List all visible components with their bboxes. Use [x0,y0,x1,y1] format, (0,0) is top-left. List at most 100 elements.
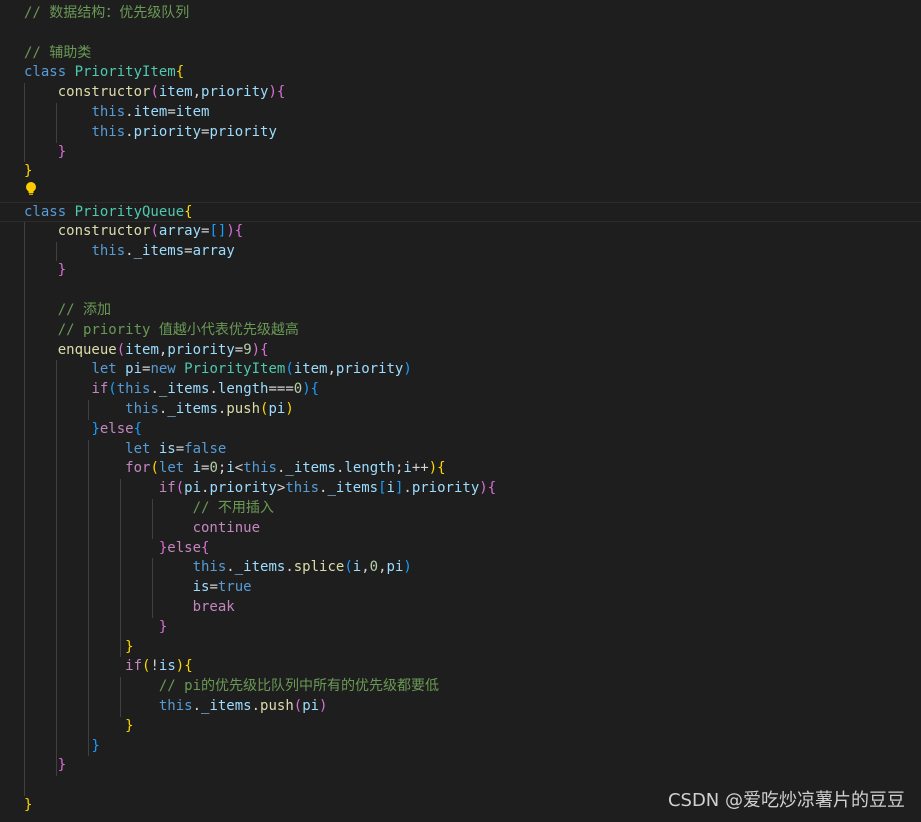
code-token: ) [403,559,412,576]
code-line[interactable]: } [0,618,921,638]
code-token: PriorityItem [184,361,286,378]
code-line[interactable]: is=true [0,578,921,598]
code-line[interactable]: class PriorityQueue{ [0,202,921,222]
code-line[interactable]: continue [0,519,921,539]
code-token: ( [285,361,294,378]
code-line[interactable]: let is=false [0,440,921,460]
code-line[interactable]: this.item=item [0,103,921,123]
code-line[interactable] [0,24,921,44]
code-line[interactable]: } [0,143,921,163]
code-token: splice [293,559,345,576]
code-token: _items [133,242,185,259]
code-token: false [184,440,227,457]
code-token: item [175,104,210,120]
code-token: , [361,559,370,576]
code-token: . [226,559,235,576]
watermark: CSDN @爱吃炒凉薯片的豆豆 [667,790,905,811]
code-line[interactable]: if(!is){ [0,657,921,677]
code-line[interactable]: enqueue(item,priority=9){ [0,341,921,361]
code-line[interactable]: // 数据结构：优先级队列 [0,4,921,24]
code-line[interactable]: } [0,162,921,182]
code-token: ) [302,381,311,398]
code-token: } [57,757,67,774]
code-token: pi [302,698,320,714]
code-token: { [276,84,286,101]
code-token: pi [125,361,143,378]
code-line[interactable]: class PriorityItem{ [0,63,921,83]
code-line[interactable]: this._items.splice(i,0,pi) [0,558,921,578]
code-line[interactable]: if(pi.priority>this._items[i].priority){ [0,479,921,499]
code-token: // 数据结构：优先级队列 [24,5,190,21]
code-token: ) [428,460,438,477]
code-line[interactable]: }else{ [0,539,921,559]
code-token: PriorityQueue [74,204,185,220]
code-token: pi [268,401,286,417]
code-text: constructor(array=[]){ [24,222,243,242]
code-token: . [251,698,261,714]
code-line[interactable]: // priority 值越小代表优先级越高 [0,321,921,341]
code-token: , [192,84,202,101]
code-line[interactable]: // 添加 [0,301,921,321]
code-token: } [158,618,168,635]
code-line[interactable] [0,281,921,301]
code-text: // pi的优先级比队列中所有的优先级都要低 [24,677,439,697]
code-line[interactable]: // 辅助类 [0,44,921,64]
code-token: ( [150,460,159,477]
code-line[interactable]: } [0,638,921,658]
code-line[interactable]: for(let i=0;i<this._items.length;i++){ [0,459,921,479]
code-token: = [234,341,244,358]
code-line[interactable]: // pi的优先级比队列中所有的优先级都要低 [0,677,921,697]
code-token: { [133,420,143,437]
code-line[interactable]: this._items.push(pi) [0,697,921,717]
code-token: this [91,242,126,259]
code-line[interactable]: } [0,737,921,757]
code-token: = [167,104,176,120]
code-token: this [125,401,159,417]
code-line[interactable]: this.priority=priority [0,123,921,143]
code-line[interactable] [0,182,921,202]
code-text: }else{ [24,420,142,440]
code-text: if(this._items.length===0){ [24,380,319,400]
code-token: } [91,737,100,754]
code-token: break [192,599,235,615]
code-token: for [125,460,151,477]
code-line[interactable]: break [0,598,921,618]
code-token: let [91,361,126,378]
indent-guide [88,400,89,420]
code-line[interactable]: this._items.push(pi) [0,400,921,420]
code-text: if(!is){ [24,657,192,677]
code-text: this._items.splice(i,0,pi) [24,558,412,578]
code-text: is=true [24,578,252,598]
code-editor[interactable]: // 数据结构：优先级队列 // 辅助类 class PriorityItem{ c… [0,0,921,822]
code-line[interactable]: let pi=new PriorityItem(item,priority) [0,360,921,380]
code-text: continue [24,519,260,539]
code-line[interactable]: constructor(item,priority){ [0,83,921,103]
indent-guide [24,83,25,163]
code-token: continue [192,519,261,536]
code-line[interactable]: } [0,261,921,281]
code-token: = [209,579,218,596]
code-line[interactable]: if(this._items.length===0){ [0,380,921,400]
code-token: } [91,420,100,437]
code-token: === [268,381,294,398]
code-token: ) [403,361,412,378]
code-token: array [192,242,235,259]
code-token: ( [344,559,353,576]
code-line[interactable]: } [0,717,921,737]
code-line[interactable]: } [0,756,921,776]
code-token: else [99,420,134,437]
code-line[interactable]: // 不用插入 [0,499,921,519]
code-token: is [192,579,210,596]
code-token: = [184,242,193,259]
code-line[interactable]: constructor(array=[]){ [0,222,921,242]
code-token: item [158,84,193,101]
code-line[interactable]: this._items=array [0,242,921,262]
code-line[interactable]: }else{ [0,420,921,440]
